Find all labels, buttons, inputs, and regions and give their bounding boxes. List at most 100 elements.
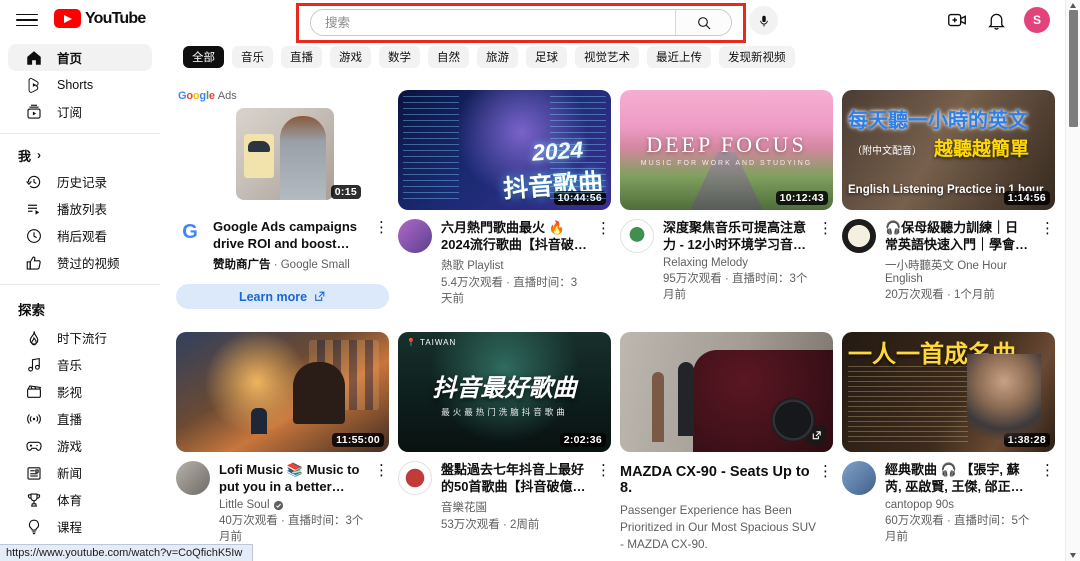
history-icon [25, 173, 43, 191]
thumbs-up-icon [25, 254, 43, 272]
sidebar-item-courses[interactable]: 课程 [8, 513, 152, 540]
ad-card-google: Google Ads 0:15 G Google Ads campaigns d… [176, 84, 389, 309]
video-card: DEEP FOCUS MUSIC FOR WORK AND STUDYING 1… [620, 90, 833, 309]
channel-avatar[interactable] [842, 461, 876, 495]
more-options-icon[interactable]: ⋮ [1040, 219, 1055, 302]
video-title[interactable]: 經典歌曲 🎧 【張宇, 蘇芮, 巫啟賢, 王傑, 邰正宵, 林憶蓮, 張信哲,.… [885, 461, 1031, 495]
gamepad-icon [25, 437, 43, 455]
sidebar-item-trending[interactable]: 时下流行 [8, 324, 152, 351]
chevron-right-icon: › [37, 148, 41, 162]
account-avatar[interactable]: S [1024, 7, 1050, 33]
video-thumbnail[interactable]: 一人一首成名曲 1:38:28 [842, 332, 1055, 452]
channel-avatar[interactable] [842, 219, 876, 253]
chip-travel[interactable]: 旅游 [477, 46, 518, 68]
video-thumbnail[interactable]: 11:55:00 [176, 332, 389, 452]
chip-all[interactable]: 全部 [183, 46, 224, 68]
sidebar-item-news[interactable]: 新闻 [8, 459, 152, 486]
video-title[interactable]: 盤點過去七年抖音上最好的50首歌曲【抖音破億神曲】你的答案,... [441, 461, 587, 495]
video-thumbnail[interactable]: 每天聽一小時的英文 （附中文配音） 越聽越簡單 English Listenin… [842, 90, 1055, 210]
topbar-actions: S [944, 7, 1050, 33]
menu-icon[interactable] [16, 9, 38, 31]
trending-icon [25, 329, 43, 347]
chip-math[interactable]: 数学 [379, 46, 420, 68]
external-link-icon [313, 290, 326, 303]
ad-card-mazda: MAZDA CX-90 - Seats Up to 8. Passenger E… [620, 332, 833, 561]
chip-new-to-you[interactable]: 发现新视频 [719, 46, 795, 68]
chip-soccer[interactable]: 足球 [526, 46, 567, 68]
channel-name[interactable]: Little Soul [219, 499, 365, 511]
sidebar-item-label: 游戏 [57, 436, 82, 455]
more-options-icon[interactable]: ⋮ [596, 461, 611, 532]
chip-nature[interactable]: 自然 [428, 46, 469, 68]
sidebar-item-music[interactable]: 音乐 [8, 351, 152, 378]
more-options-icon[interactable]: ⋮ [374, 218, 389, 272]
sidebar-item-label: 新闻 [57, 463, 82, 482]
ad-thumbnail[interactable]: 0:15 [176, 108, 389, 204]
home-icon [25, 49, 43, 67]
sidebar-item-liked-videos[interactable]: 赞过的视频 [8, 249, 152, 276]
more-options-icon[interactable]: ⋮ [818, 452, 833, 561]
video-thumbnail[interactable]: DEEP FOCUS MUSIC FOR WORK AND STUDYING 1… [620, 90, 833, 210]
advertiser-avatar[interactable]: G [176, 218, 204, 246]
page-scrollbar[interactable] [1065, 0, 1080, 561]
channel-name[interactable]: 音樂花園 [441, 499, 587, 515]
sidebar-item-label: 直播 [57, 409, 82, 428]
search-input[interactable] [311, 10, 675, 35]
video-thumbnail[interactable]: 📍 TAIWAN 抖音最好歌曲 最火最热门洗脑抖音歌曲 2:02:36 [398, 332, 611, 452]
scroll-up-arrow-icon[interactable] [1070, 3, 1076, 8]
sidebar-item-me[interactable]: 我 › [0, 142, 160, 168]
sidebar-item-playlists[interactable]: 播放列表 [8, 195, 152, 222]
more-options-icon[interactable]: ⋮ [1040, 461, 1055, 544]
chip-recently-uploaded[interactable]: 最近上传 [647, 46, 711, 68]
chip-live[interactable]: 直播 [281, 46, 322, 68]
search-button[interactable] [675, 10, 731, 35]
chip-visual-arts[interactable]: 视觉艺术 [575, 46, 639, 68]
sidebar-item-shorts[interactable]: Shorts [8, 71, 152, 98]
scroll-down-arrow-icon[interactable] [1070, 553, 1076, 558]
voice-search-button[interactable] [749, 6, 778, 35]
chip-gaming[interactable]: 游戏 [330, 46, 371, 68]
sidebar-item-gaming[interactable]: 游戏 [8, 432, 152, 459]
sidebar-item-history[interactable]: 历史记录 [8, 168, 152, 195]
sidebar-item-live[interactable]: 直播 [8, 405, 152, 432]
channel-name[interactable]: 一小時聽英文 One Hour English [885, 257, 1031, 285]
more-options-icon[interactable]: ⋮ [596, 219, 611, 306]
channel-avatar[interactable] [398, 219, 432, 253]
sidebar-item-watch-later[interactable]: 稍后观看 [8, 222, 152, 249]
learn-more-button[interactable]: Learn more [176, 284, 389, 309]
sidebar-item-sports[interactable]: 体育 [8, 486, 152, 513]
channel-avatar[interactable] [620, 219, 654, 253]
video-thumbnail[interactable]: 2024 抖音歌曲 10:44:56 [398, 90, 611, 210]
channel-avatar[interactable] [176, 461, 210, 495]
create-button[interactable] [944, 8, 969, 33]
channel-name[interactable]: 熱歌 Playlist [441, 257, 587, 273]
live-icon [25, 410, 43, 428]
more-options-icon[interactable]: ⋮ [818, 219, 833, 302]
video-title[interactable]: 深度聚焦音乐可提高注意力 - 12小时环境学习音乐可集中注意力... [663, 219, 809, 253]
video-title[interactable]: Lofi Music 📚 Music to put you in a bette… [219, 461, 365, 495]
channel-avatar[interactable] [398, 461, 432, 495]
sidebar-item-home[interactable]: 首页 [8, 44, 152, 71]
notifications-button[interactable] [984, 8, 1009, 33]
ad-title[interactable]: Google Ads campaigns drive ROI and boost… [213, 218, 365, 252]
youtube-play-icon [54, 9, 81, 28]
scrollbar-thumb[interactable] [1069, 10, 1078, 127]
clapperboard-icon [25, 383, 43, 401]
video-title[interactable]: 🎧保母級聽力訓練｜日常英語快速入門｜學會每天必用的英文句... [885, 219, 1031, 253]
more-options-icon[interactable]: ⋮ [374, 461, 389, 544]
sidebar-item-movies[interactable]: 影视 [8, 378, 152, 405]
youtube-logo[interactable]: YouTube [54, 9, 145, 28]
ad-title[interactable]: MAZDA CX-90 - Seats Up to 8. [620, 464, 818, 496]
duration-badge: 2:02:36 [560, 433, 606, 447]
channel-name[interactable]: cantopop 90s [885, 499, 1031, 511]
video-stats: 95万次观看 · 直播时间：3个月前 [663, 270, 809, 302]
sidebar-item-label: 历史记录 [57, 172, 107, 191]
ad-thumbnail[interactable] [620, 332, 833, 452]
video-title[interactable]: 六月熱門歌曲最火 🔥 2024流行歌曲【抖音破億神曲】Tiktok 抖音... [441, 219, 587, 253]
newspaper-icon [25, 464, 43, 482]
channel-name[interactable]: Relaxing Melody [663, 257, 809, 269]
video-card: 11:55:00 Lofi Music 📚 Music to put you i… [176, 332, 389, 561]
verified-badge-icon [273, 500, 284, 511]
sidebar-item-subscriptions[interactable]: 订阅 [8, 98, 152, 125]
chip-music[interactable]: 音乐 [232, 46, 273, 68]
